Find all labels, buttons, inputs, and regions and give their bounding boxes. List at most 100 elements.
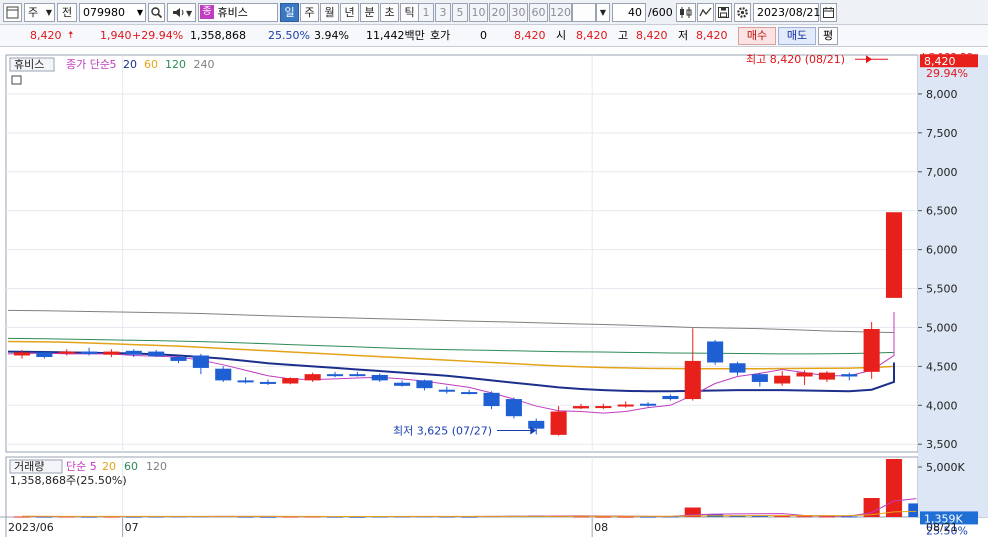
volume-bar (774, 516, 791, 518)
calendar-icon (823, 7, 834, 18)
stock-name-value: 휴비스 (217, 6, 248, 19)
period-tab[interactable]: 주 (300, 3, 319, 22)
candle-body (371, 374, 388, 381)
trend-line-icon (699, 7, 712, 17)
candle-body (595, 406, 612, 409)
candle-body (237, 380, 254, 383)
stock-name-field[interactable]: 종 휴비스 (198, 3, 278, 22)
date-label: 08 (594, 521, 608, 534)
market-type-select[interactable]: 주 ▼ (24, 3, 55, 22)
gear-icon (737, 7, 748, 18)
candle-body (751, 374, 768, 382)
save-icon (718, 7, 729, 18)
candle-body (662, 395, 679, 400)
candle-body (796, 372, 813, 377)
interval-input[interactable] (572, 3, 596, 22)
history-button[interactable]: 전 (57, 3, 77, 22)
volume-legend-item: 60 (124, 460, 138, 473)
candle-body (259, 381, 276, 384)
candle-body (684, 360, 701, 400)
candle-type-button[interactable] (676, 3, 696, 22)
candle-body (841, 374, 858, 377)
sound-button[interactable]: ▼ (167, 3, 196, 22)
price-tick-label: 6,500 (926, 205, 958, 218)
candle-body (863, 329, 880, 372)
volume-value: 1,358,868 (190, 29, 246, 42)
search-button[interactable] (148, 3, 165, 22)
last-date-label: 08/21 (926, 521, 958, 534)
interval-tab[interactable]: 120 (549, 3, 572, 22)
candle-body (885, 212, 903, 298)
evaluate-button[interactable]: 평 (818, 27, 838, 45)
calendar-button[interactable] (820, 3, 837, 22)
chevron-down-icon: ▼ (45, 8, 52, 17)
candle-body (103, 351, 120, 355)
open-label: 시 (556, 29, 567, 42)
line-style-button[interactable] (697, 3, 714, 22)
period-tab[interactable]: 분 (360, 3, 379, 22)
price-tick-label: 6,000 (926, 244, 958, 257)
period-tab[interactable]: 초 (380, 3, 399, 22)
candle-body (617, 404, 634, 407)
candle-body (13, 352, 31, 356)
candle-body (215, 368, 232, 381)
volume-legend-item: 단순 5 (66, 460, 97, 473)
price-tick-label: 5,000 (926, 321, 958, 334)
price-tick-label: 8,000 (926, 88, 958, 101)
volume-bar (796, 516, 813, 518)
date-input[interactable]: 2023/08/21 (753, 3, 821, 22)
interval-dropdown[interactable]: ▼ (596, 3, 610, 22)
candle-body (170, 357, 187, 361)
date-value: 2023/08/21 (757, 6, 821, 19)
volume-legend-item: 20 (102, 460, 116, 473)
search-icon (151, 7, 163, 19)
period-tab[interactable]: 일 (280, 3, 299, 22)
open-price: 8,420 (576, 29, 608, 42)
candle-body (282, 378, 299, 384)
settings-button[interactable] (734, 3, 751, 22)
interval-tab[interactable]: 20 (489, 3, 508, 22)
period-tab[interactable]: 년 (340, 3, 359, 22)
count-input[interactable]: 40 (612, 3, 646, 22)
candle-body (438, 389, 455, 392)
current-pct-label: 29.94% (926, 67, 968, 80)
interval-tab[interactable]: 10 (469, 3, 488, 22)
candle-body (483, 392, 500, 407)
price-axis: 3,500 4,000 4,500 5,000 5,500 6,000 6,500 7,000… (918, 52, 988, 537)
window-icon (6, 6, 19, 19)
interval-tab[interactable]: 5 (452, 3, 468, 22)
interval-tab[interactable]: 30 (509, 3, 528, 22)
interval-tab[interactable]: 60 (529, 3, 548, 22)
candle-body (125, 350, 142, 355)
period-tab[interactable]: 월 (320, 3, 339, 22)
chart-layout-icon[interactable] (3, 3, 22, 22)
buy-button[interactable]: 매수 (738, 27, 776, 45)
volume-tick-label: 5,000K (926, 461, 965, 474)
candle-body (729, 363, 746, 373)
period-tab[interactable]: 틱 (400, 3, 419, 22)
candle-body (774, 375, 791, 384)
hoga-price: 8,420 (514, 29, 546, 42)
price-change-pct: +29.94% (132, 29, 184, 42)
interval-tab[interactable]: 3 (435, 3, 451, 22)
candle-body (326, 374, 344, 377)
stock-badge: 종 (200, 5, 214, 19)
candle-body (550, 411, 567, 435)
sell-button[interactable]: 매도 (778, 27, 816, 45)
stock-chart[interactable]: 3,500 4,000 4,500 5,000 5,500 6,000 6,500 7,000… (0, 47, 988, 538)
save-button[interactable] (715, 3, 732, 22)
count-value: 40 (628, 6, 642, 19)
high-label: 고 (618, 29, 629, 42)
interval-tab[interactable]: 1 (418, 3, 434, 22)
history-label: 전 (61, 6, 73, 19)
candle-body (818, 372, 835, 380)
hoga-label: 호가 (430, 29, 451, 42)
candlestick-icon (680, 7, 692, 18)
stock-code-input[interactable]: 079980 ▼ (79, 3, 146, 22)
legend-ma-item: 60 (144, 58, 158, 71)
volume-legend-title: 거래량 (14, 460, 44, 473)
up-arrow-icon: 🠅 (68, 30, 74, 41)
low-price: 8,420 (696, 29, 728, 42)
candle-body (36, 352, 53, 358)
legend-ma-item: 20 (123, 58, 137, 71)
